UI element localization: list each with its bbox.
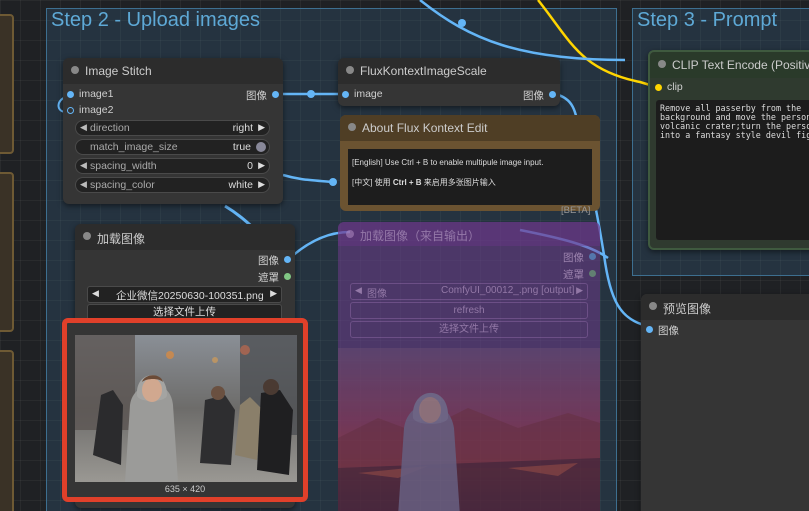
output-port-mask[interactable] bbox=[284, 273, 291, 280]
load-image-output-node[interactable]: 加载图像（来自输出） 图像 遮罩 ◀ 图像 ComfyUI_00012_.png… bbox=[338, 222, 600, 511]
output-image-preview[interactable] bbox=[338, 348, 600, 511]
output-port-image[interactable] bbox=[549, 91, 556, 98]
refresh-button[interactable]: refresh bbox=[350, 302, 588, 319]
prompt-textarea[interactable]: Remove all passerby from the background … bbox=[656, 100, 809, 240]
output-port-image[interactable] bbox=[284, 256, 291, 263]
image-stitch-title: Image Stitch bbox=[85, 64, 152, 78]
beta-badge: [BETA] bbox=[561, 205, 591, 216]
collapse-dot-icon[interactable] bbox=[348, 123, 356, 131]
output-file-label: 图像 bbox=[367, 289, 387, 300]
input-label-image2: image2 bbox=[79, 104, 114, 116]
input-port-image2[interactable] bbox=[67, 107, 74, 114]
input-port-clip[interactable] bbox=[655, 84, 662, 91]
input-port-image[interactable] bbox=[342, 91, 349, 98]
arrow-left-icon[interactable]: ◀ bbox=[80, 122, 87, 133]
image-dimensions: 635 × 420 bbox=[164, 484, 206, 494]
collapse-dot-icon[interactable] bbox=[83, 232, 91, 240]
arrow-right-icon[interactable]: ▶ bbox=[258, 160, 265, 171]
input-label-clip: clip bbox=[667, 81, 683, 93]
spacing-width-value: 0 bbox=[247, 160, 253, 172]
image-file-combo[interactable]: ◀ 企业微信20250630-100351.png ▶ bbox=[87, 286, 282, 303]
scale-node-title: FluxKontextImageScale bbox=[360, 64, 487, 78]
match-image-size-toggle[interactable]: match_image_size true bbox=[75, 139, 270, 155]
output-label-mask: 遮罩 bbox=[563, 269, 584, 281]
output-label-image: 图像 bbox=[563, 252, 584, 264]
image-filename: 企业微信20250630-100351.png bbox=[116, 290, 264, 302]
output-port-mask[interactable] bbox=[589, 270, 596, 277]
about-line-chinese: [中文] 使用 Ctrl + B 来启用多张图片输入 bbox=[352, 173, 588, 193]
output-port-image[interactable] bbox=[272, 91, 279, 98]
arrow-right-icon[interactable]: ▶ bbox=[258, 179, 265, 190]
image-stitch-node[interactable]: Image Stitch image1 image2 图像 ◀ directio… bbox=[63, 58, 283, 204]
spacing-color-combo[interactable]: ◀ spacing_color white ▶ bbox=[75, 177, 270, 193]
collapse-dot-icon[interactable] bbox=[346, 230, 354, 238]
input-port-image[interactable] bbox=[646, 326, 653, 333]
clip-node-title: CLIP Text Encode (Positive bbox=[672, 58, 809, 72]
flux-kontext-image-scale-node[interactable]: FluxKontextImageScale image 图像 bbox=[338, 58, 560, 106]
arrow-right-icon[interactable]: ▶ bbox=[270, 288, 277, 299]
spacing-color-value: white bbox=[228, 179, 253, 191]
arrow-left-icon[interactable]: ◀ bbox=[80, 160, 87, 171]
about-zh-part2: 来启用多张图片输入 bbox=[421, 178, 496, 187]
arrow-left-icon[interactable]: ◀ bbox=[92, 288, 99, 299]
match-image-size-value: true bbox=[232, 141, 251, 153]
prompt-text: Remove all passerby from the background … bbox=[660, 103, 809, 140]
output-label-image: 图像 bbox=[246, 90, 267, 102]
image-stitch-header[interactable]: Image Stitch bbox=[63, 58, 283, 84]
preview-image-node[interactable]: 预览图像 图像 bbox=[641, 294, 809, 511]
preview-node-title: 预览图像 bbox=[663, 302, 712, 316]
load-image-header[interactable]: 加载图像 bbox=[75, 224, 295, 250]
load-image-title: 加载图像 bbox=[97, 232, 146, 246]
direction-label: direction bbox=[90, 122, 130, 134]
arrow-left-icon[interactable]: ◀ bbox=[80, 179, 87, 190]
output-port-image[interactable] bbox=[589, 253, 596, 260]
about-note-body: [English] Use Ctrl + B to enable multipu… bbox=[348, 149, 592, 205]
output-upload-button[interactable]: 选择文件上传 bbox=[350, 321, 588, 338]
about-zh-part1: [中文] 使用 bbox=[352, 178, 393, 187]
toggle-knob-icon[interactable] bbox=[256, 142, 266, 152]
load-image-output-header[interactable]: 加载图像（来自输出） bbox=[338, 222, 600, 246]
collapse-dot-icon[interactable] bbox=[658, 60, 666, 68]
input-port-image1[interactable] bbox=[67, 91, 74, 98]
direction-combo[interactable]: ◀ direction right ▶ bbox=[75, 120, 270, 136]
about-note-title: About Flux Kontext Edit bbox=[362, 121, 488, 135]
clip-text-encode-node[interactable]: CLIP Text Encode (Positive clip Remove a… bbox=[648, 50, 809, 250]
output-label-mask: 遮罩 bbox=[258, 272, 279, 284]
input-label-image: 图像 bbox=[658, 325, 679, 337]
clip-node-header[interactable]: CLIP Text Encode (Positive bbox=[650, 52, 809, 78]
highlight-frame: 635 × 420 bbox=[62, 318, 308, 502]
spacing-color-label: spacing_color bbox=[90, 179, 155, 191]
load-image-output-title: 加载图像（来自输出） bbox=[360, 229, 481, 243]
input-label-image: image bbox=[354, 88, 383, 100]
match-image-size-label: match_image_size bbox=[90, 141, 178, 153]
output-file-combo[interactable]: ◀ 图像 ComfyUI_00012_.png [output] ▶ bbox=[350, 283, 588, 300]
output-filename: ComfyUI_00012_.png [output] bbox=[441, 285, 575, 296]
arrow-left-icon[interactable]: ◀ bbox=[355, 285, 362, 296]
output-label-image: 图像 bbox=[258, 255, 279, 267]
collapse-dot-icon[interactable] bbox=[346, 66, 354, 74]
input-label-image1: image1 bbox=[79, 88, 114, 100]
arrow-right-icon[interactable]: ▶ bbox=[258, 122, 265, 133]
arrow-right-icon[interactable]: ▶ bbox=[576, 285, 583, 296]
output-label-image: 图像 bbox=[523, 90, 544, 102]
about-note-header[interactable]: About Flux Kontext Edit bbox=[340, 115, 600, 141]
uploaded-image-preview[interactable] bbox=[75, 335, 297, 482]
spacing-width-label: spacing_width bbox=[90, 160, 157, 172]
collapse-dot-icon[interactable] bbox=[71, 66, 79, 74]
about-note-node[interactable]: About Flux Kontext Edit [English] Use Ct… bbox=[340, 115, 600, 211]
preview-node-header[interactable]: 预览图像 bbox=[641, 294, 809, 320]
direction-value: right bbox=[232, 122, 253, 134]
scale-node-header[interactable]: FluxKontextImageScale bbox=[338, 58, 560, 84]
about-zh-key: Ctrl + B bbox=[392, 178, 422, 187]
collapse-dot-icon[interactable] bbox=[649, 302, 657, 310]
spacing-width-number[interactable]: ◀ spacing_width 0 ▶ bbox=[75, 158, 270, 174]
about-line-english: [English] Use Ctrl + B to enable multipu… bbox=[352, 158, 544, 167]
